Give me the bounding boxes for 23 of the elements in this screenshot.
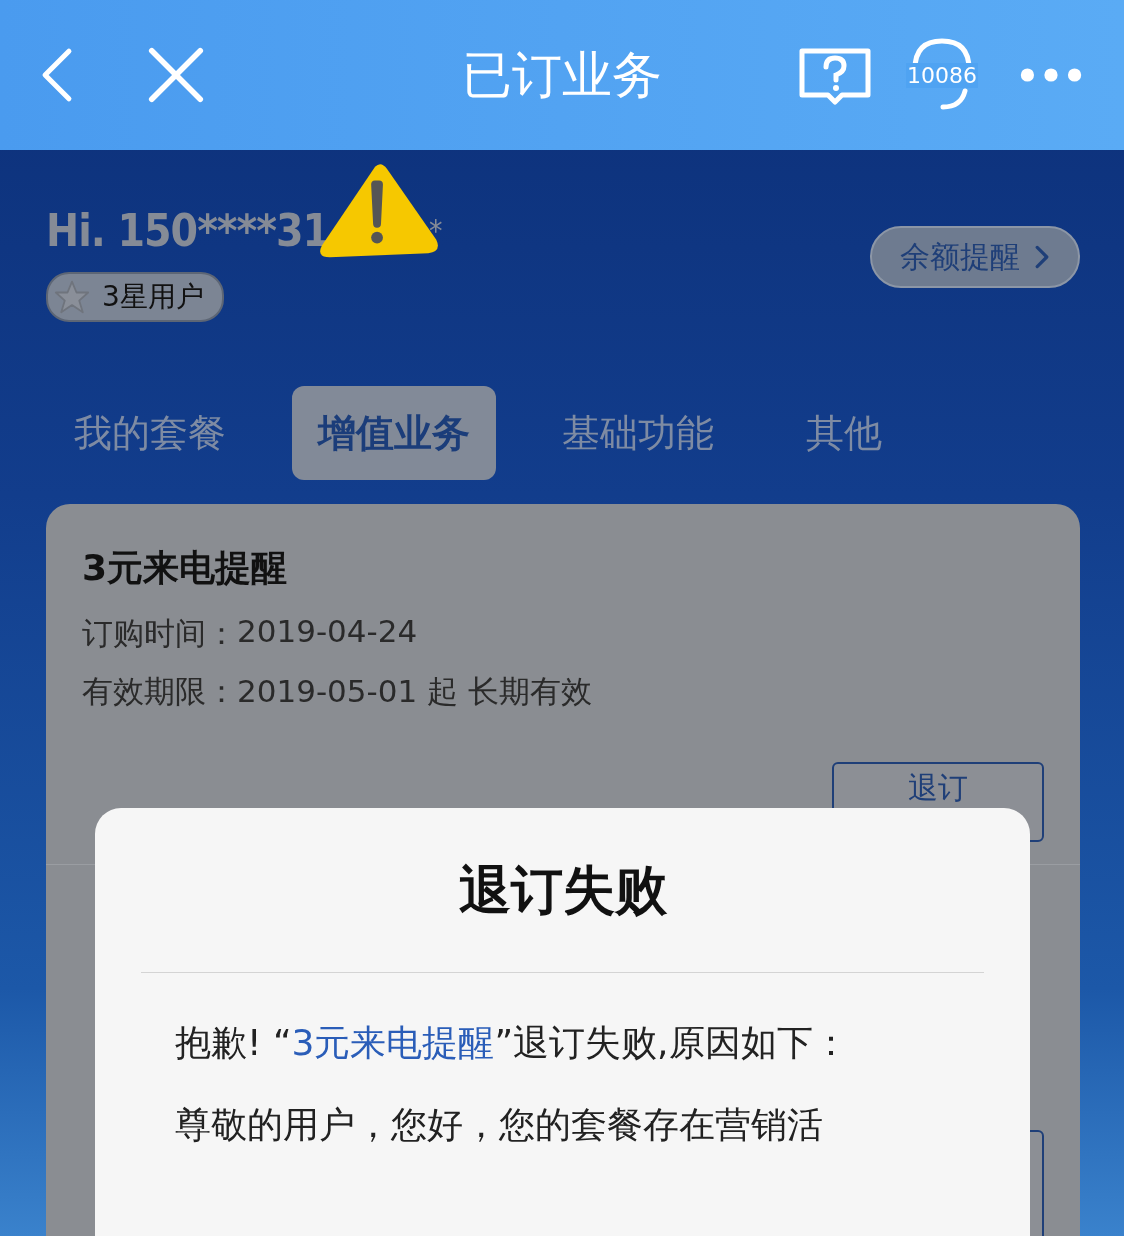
category-tab[interactable]: 我的套餐 xyxy=(48,386,252,480)
dialog-title: 退订失败 xyxy=(457,859,668,922)
field-label: 订购时间： xyxy=(82,614,237,653)
service-link[interactable]: 3元来电提醒 xyxy=(291,1022,495,1063)
balance-reminder-button[interactable]: 余额提醒 xyxy=(870,226,1080,288)
field-label: 有效期限： xyxy=(82,672,237,711)
user-greeting: Hi. 150****31 xyxy=(46,204,329,256)
category-tab[interactable]: 其他 xyxy=(780,386,908,480)
close-icon[interactable] xyxy=(148,47,204,103)
dialog-message: 抱歉! “3元来电提醒”退订失败,原因如下： xyxy=(175,1021,850,1065)
service-name: 3元来电提醒 xyxy=(82,546,289,590)
field-value: 2019-04-24 xyxy=(237,613,418,651)
user-greeting-tail: * xyxy=(428,212,442,248)
dialog-detail: 尊敬的用户，您好，您的套餐存在营销活 xyxy=(175,1103,824,1147)
chevron-right-icon xyxy=(1034,243,1050,271)
field-value: 2019-05-01 起 长期有效 xyxy=(237,672,592,711)
category-tab[interactable]: 基础功能 xyxy=(536,386,740,480)
page-title: 已订业务 xyxy=(461,44,663,106)
more-icon[interactable] xyxy=(1018,65,1084,85)
customer-service-button[interactable]: 10086 xyxy=(904,35,980,115)
user-level-text: 3星用户 xyxy=(102,279,204,315)
star-icon xyxy=(54,279,90,315)
category-tab[interactable]: 增值业务 xyxy=(292,386,496,480)
